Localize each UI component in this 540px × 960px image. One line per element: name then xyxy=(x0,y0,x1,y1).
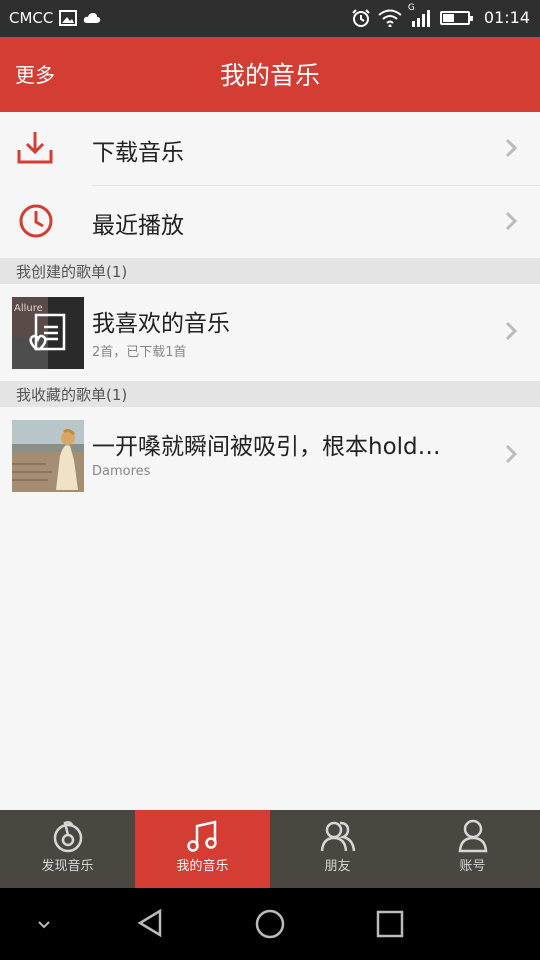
playlist-subtitle: Damores xyxy=(92,464,151,479)
cloud-icon xyxy=(83,12,101,24)
carrier-label: CMCC xyxy=(9,9,54,27)
chevron-right-icon xyxy=(504,137,518,159)
wifi-icon xyxy=(378,9,402,27)
page-title: 我的音乐 xyxy=(219,61,320,90)
created-playlists-header[interactable]: 我创建的歌单(1) xyxy=(0,258,540,284)
chevron-right-icon xyxy=(504,443,518,465)
download-icon xyxy=(16,130,54,170)
tab-label: 账号 xyxy=(459,859,486,874)
playlist-name: 我喜欢的音乐 xyxy=(92,311,230,337)
alarm-icon xyxy=(352,8,370,27)
signal-icon: G xyxy=(408,3,432,27)
clock-icon xyxy=(18,203,54,243)
music-note-icon xyxy=(185,818,221,854)
chevron-right-icon xyxy=(504,210,518,232)
playlist-cover xyxy=(12,420,84,492)
status-bar: CMCC G 01:14 xyxy=(0,0,540,37)
account-icon xyxy=(455,818,491,854)
recent-play-row[interactable]: 最近播放 xyxy=(0,186,540,258)
friends-icon xyxy=(320,818,356,854)
tab-my-music[interactable]: 我的音乐 xyxy=(135,810,270,888)
back-icon[interactable] xyxy=(136,908,164,942)
tab-label: 发现音乐 xyxy=(41,859,94,874)
created-playlists-title: 我创建的歌单(1) xyxy=(16,263,128,281)
recents-icon[interactable] xyxy=(376,910,404,942)
collected-playlists-header[interactable]: 我收藏的歌单(1) xyxy=(0,381,540,407)
collected-playlists-title: 我收藏的歌单(1) xyxy=(16,386,128,404)
playlist-name: 一开嗓就瞬间被吸引，根本hold… xyxy=(92,434,441,460)
tab-bar: 发现音乐 我的音乐 朋友 账号 xyxy=(0,810,540,888)
status-time: 01:14 xyxy=(483,8,530,27)
battery-icon xyxy=(439,10,473,25)
cover-text: Allure xyxy=(14,303,43,314)
playlist-item[interactable]: Allure 我喜欢的音乐 2首，已下载1首 xyxy=(0,284,540,380)
network-type: G xyxy=(407,2,415,13)
tab-label: 朋友 xyxy=(324,859,351,874)
image-icon xyxy=(59,10,78,26)
tab-friends[interactable]: 朋友 xyxy=(270,810,405,888)
app-bar: 更多 我的音乐 xyxy=(0,37,540,112)
tab-account[interactable]: 账号 xyxy=(405,810,540,888)
recent-play-label: 最近播放 xyxy=(92,213,184,239)
discover-icon xyxy=(50,818,86,854)
playlist-subtitle: 2首，已下载1首 xyxy=(92,345,187,360)
chevron-right-icon xyxy=(504,320,518,342)
download-music-row[interactable]: 下载音乐 xyxy=(0,113,540,185)
tab-label: 我的音乐 xyxy=(176,859,229,874)
chevron-down-icon[interactable] xyxy=(36,916,52,935)
tab-discover-music[interactable]: 发现音乐 xyxy=(0,810,135,888)
home-icon[interactable] xyxy=(254,908,286,944)
playlist-item[interactable]: 一开嗓就瞬间被吸引，根本hold… Damores xyxy=(0,407,540,503)
playlist-cover: Allure xyxy=(12,297,84,369)
system-nav-bar xyxy=(0,888,540,960)
download-music-label: 下载音乐 xyxy=(92,140,184,166)
